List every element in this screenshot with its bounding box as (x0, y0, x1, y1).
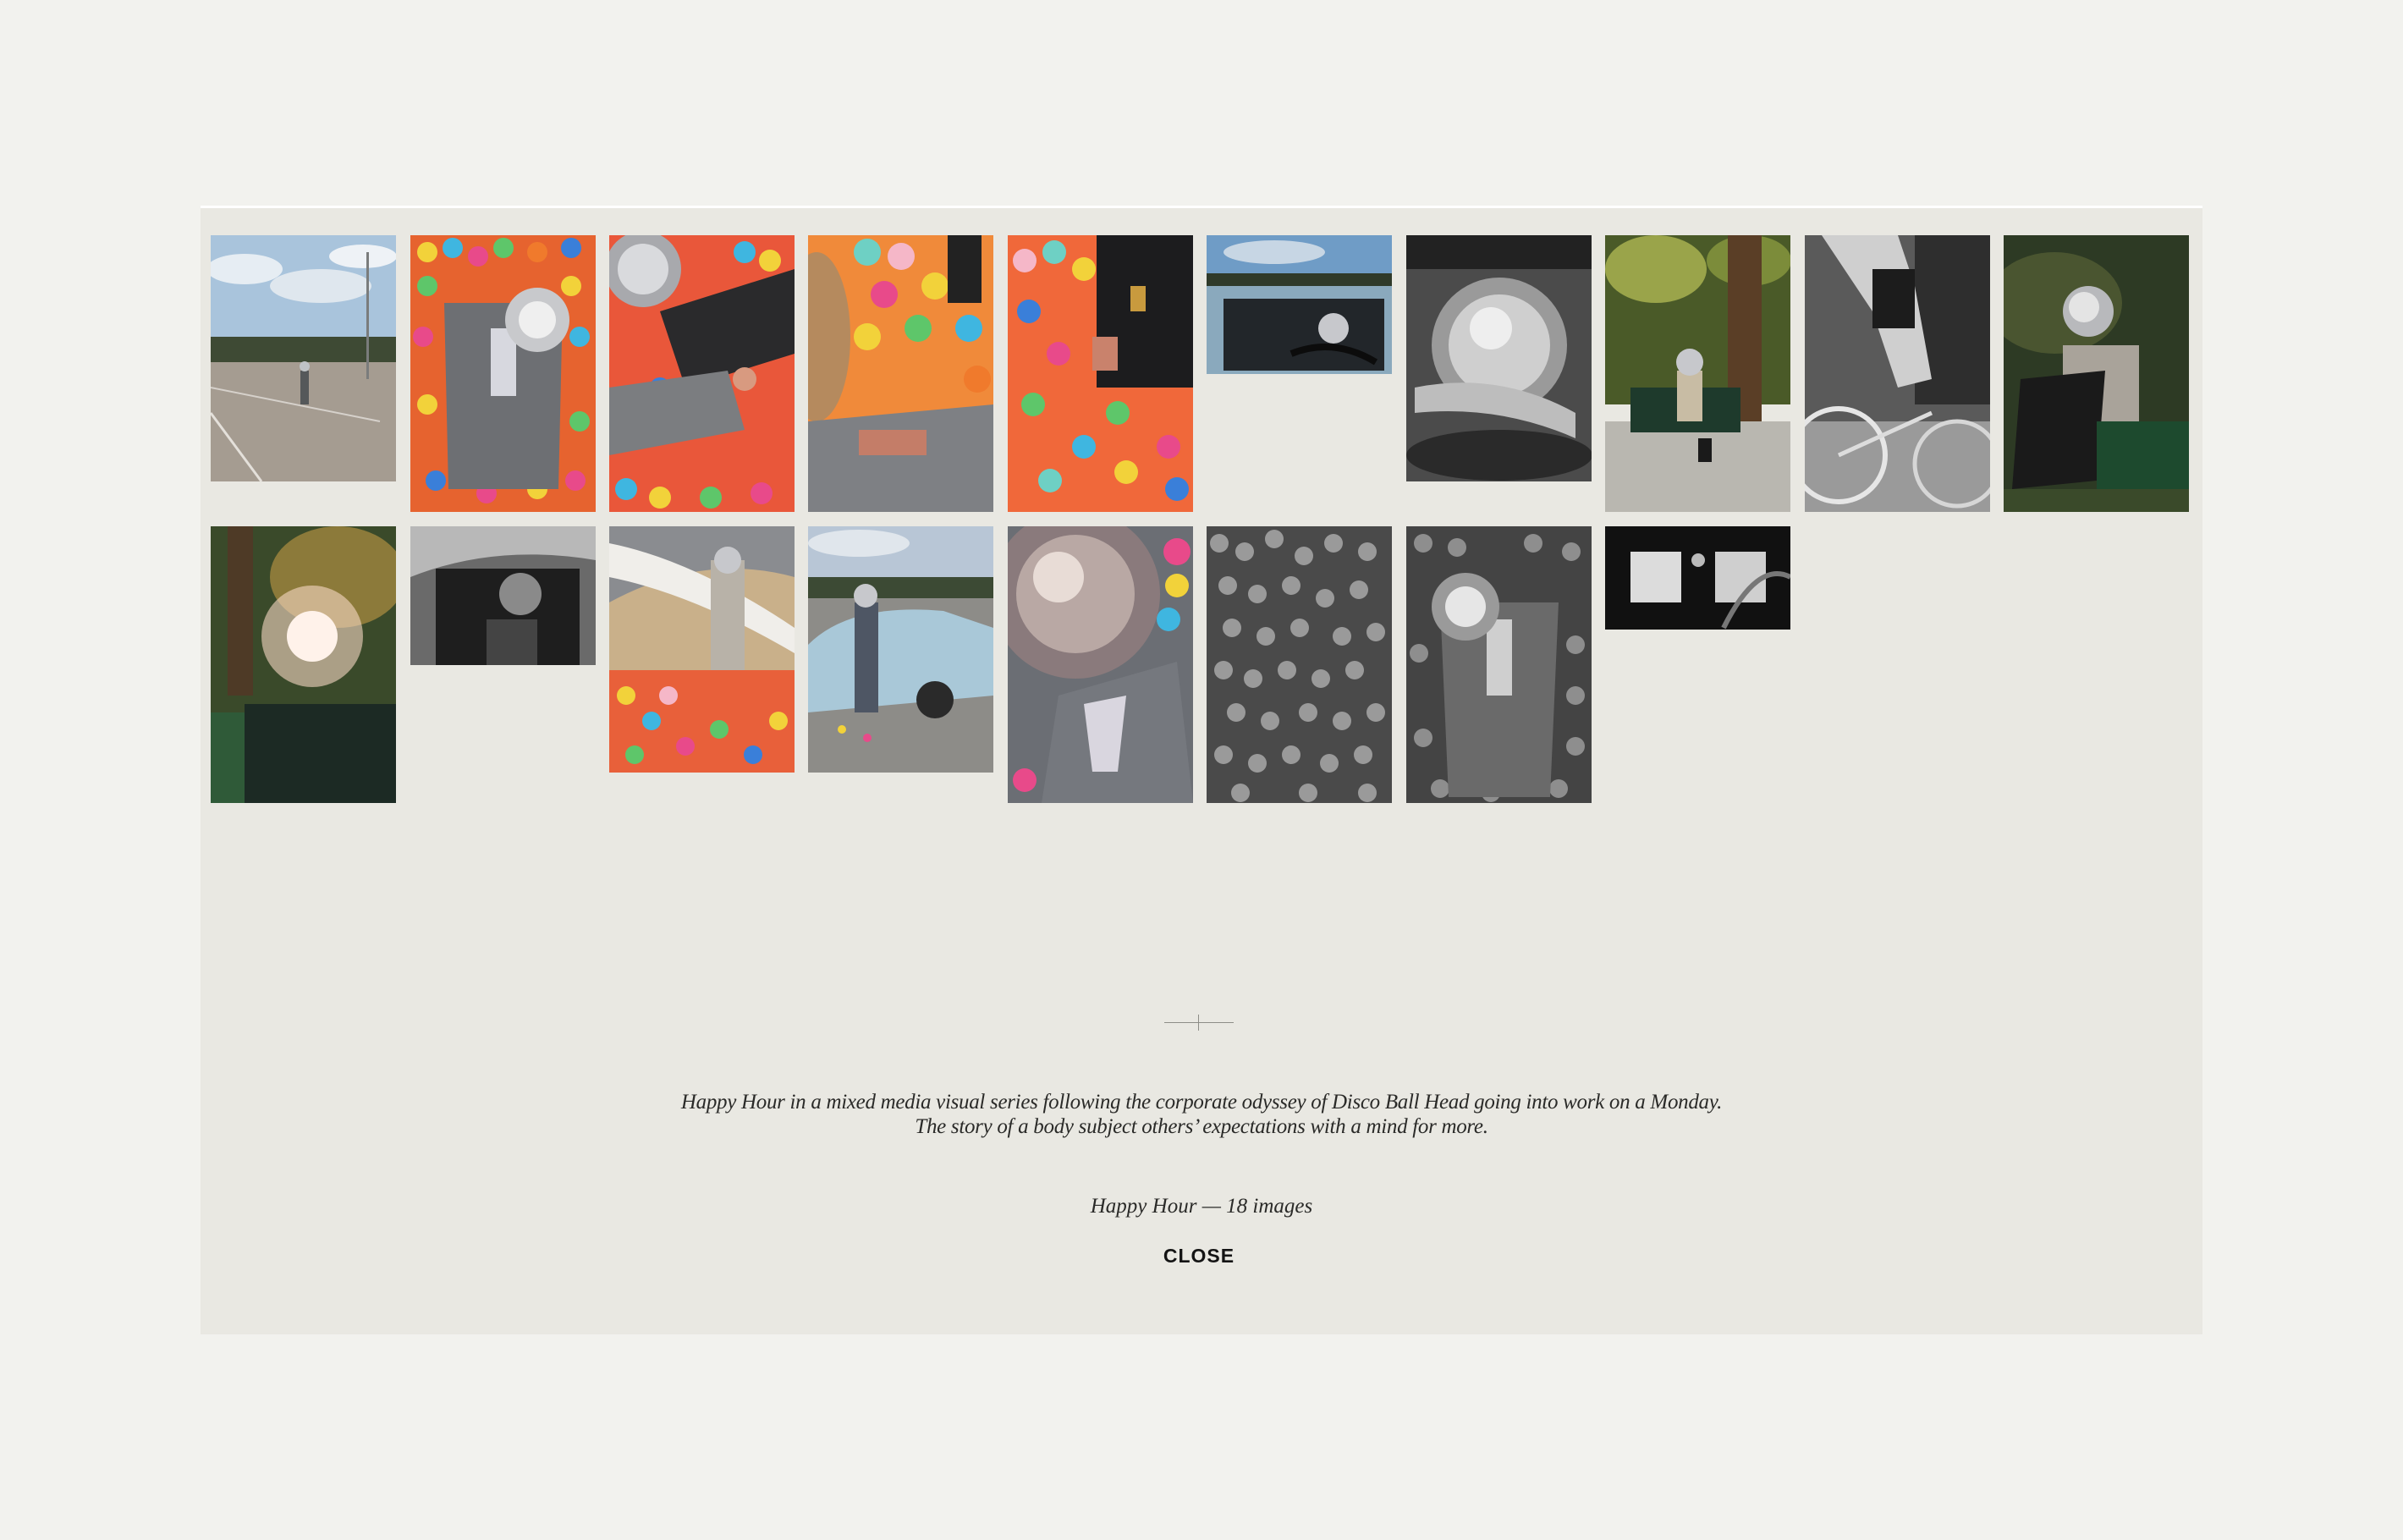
series-count: Happy Hour — 18 images (0, 1195, 2403, 1218)
thumb-bw-balls[interactable] (1207, 526, 1392, 803)
thumb-sun-flare[interactable] (211, 526, 396, 803)
thumb-ball-pit-phone[interactable] (808, 235, 993, 512)
description-line-1: Happy Hour in a mixed media visual serie… (680, 1091, 1723, 1114)
thumb-bw-cyclist[interactable] (1805, 235, 1990, 512)
thumb-park-bench[interactable] (1605, 235, 1790, 512)
thumb-bw-interior[interactable] (1605, 526, 1790, 630)
section-divider (1164, 1015, 1234, 1031)
thumb-car-driving[interactable] (1207, 235, 1392, 374)
thumb-laptop-bench[interactable] (2004, 235, 2189, 512)
thumb-bw-ball-pit-figure[interactable] (1406, 526, 1592, 803)
thumb-ball-pit-case[interactable] (1008, 235, 1193, 512)
series-title: Happy Hour (1090, 1195, 1197, 1218)
image-count: 18 images (1226, 1195, 1313, 1218)
thumb-ball-pit-briefcase[interactable] (609, 235, 795, 512)
separator-dash: — (1202, 1195, 1221, 1218)
thumb-car-balls[interactable] (609, 526, 795, 773)
thumb-disco-closeup[interactable] (1008, 526, 1193, 803)
thumb-car-door[interactable] (808, 526, 993, 773)
thumb-bw-car-seat[interactable] (410, 526, 596, 665)
description-line-2: The story of a body subject others’ expe… (915, 1115, 1488, 1138)
series-description: Happy Hour in a mixed media visual serie… (0, 1090, 2403, 1139)
thumb-ball-pit-lying[interactable] (410, 235, 596, 512)
thumb-parking-lot[interactable] (211, 235, 396, 481)
close-button[interactable]: CLOSE (1151, 1241, 1247, 1270)
thumb-bw-steering[interactable] (1406, 235, 1592, 481)
